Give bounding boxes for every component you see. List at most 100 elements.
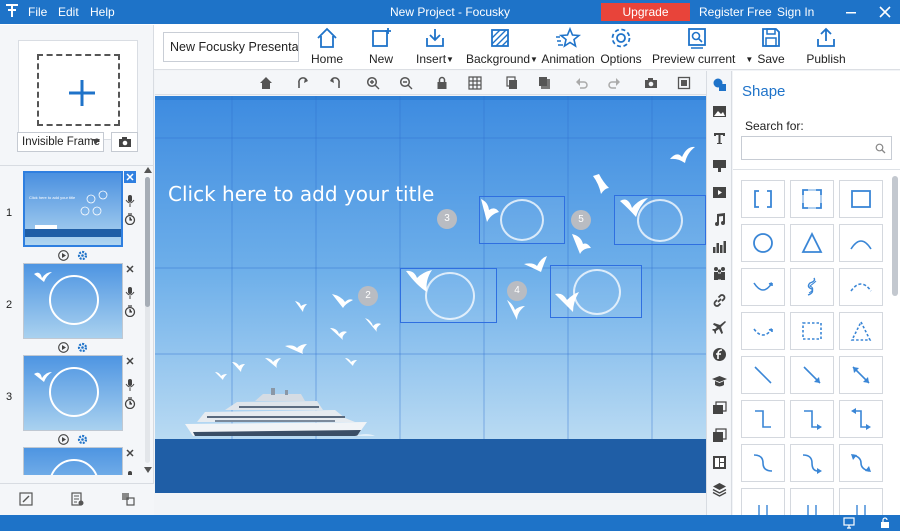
microphone-icon[interactable] xyxy=(124,287,136,299)
fit-screen-icon[interactable] xyxy=(677,76,691,90)
slide-thumbnail-3[interactable]: 3 xyxy=(0,355,142,447)
timer-icon[interactable] xyxy=(124,397,136,409)
shape-line[interactable] xyxy=(741,356,785,394)
shape-rectangle[interactable] xyxy=(839,180,883,218)
shape-elbow-double-arrow[interactable] xyxy=(839,400,883,438)
upgrade-account-button[interactable]: Upgrade account xyxy=(601,3,690,37)
undo-icon[interactable] xyxy=(575,76,589,90)
shape-s-curve-double-arrow[interactable] xyxy=(839,444,883,482)
text-icon[interactable] xyxy=(712,131,727,146)
play-animation-icon[interactable] xyxy=(58,250,69,261)
scroll-down-icon[interactable] xyxy=(144,467,152,473)
home-button[interactable]: Home xyxy=(310,26,344,68)
edit-note-icon[interactable] xyxy=(19,492,33,506)
publish-button[interactable]: Publish xyxy=(804,26,848,68)
shape-dashed-curve-arrow[interactable] xyxy=(741,312,785,350)
slide-settings-icon[interactable] xyxy=(77,342,88,353)
background-button[interactable]: Background▼ xyxy=(466,26,538,68)
shape-bracket-arrow[interactable] xyxy=(790,488,834,515)
shape-bracket-line[interactable] xyxy=(741,488,785,515)
slide-settings-icon[interactable] xyxy=(77,250,88,261)
education-icon[interactable] xyxy=(712,374,727,389)
layout-icon[interactable] xyxy=(712,455,727,470)
shape-dashed-arc[interactable] xyxy=(839,268,883,306)
rotate-left-icon[interactable] xyxy=(328,76,342,90)
layers-icon[interactable] xyxy=(712,482,727,497)
shape-double-arrow[interactable] xyxy=(839,356,883,394)
shape-triangle[interactable] xyxy=(790,224,834,262)
shape-dashed-rectangle[interactable] xyxy=(790,312,834,350)
microphone-icon[interactable] xyxy=(124,195,136,207)
scrollbar-thumb[interactable] xyxy=(145,177,150,307)
menu-edit[interactable]: Edit xyxy=(58,0,79,24)
add-frame-button[interactable] xyxy=(18,40,138,140)
music-icon[interactable] xyxy=(712,212,727,227)
slide-thumbnail-2[interactable]: 2 xyxy=(0,263,142,355)
shape-dashed-triangle[interactable] xyxy=(839,312,883,350)
banner-icon[interactable] xyxy=(712,158,727,173)
close-icon[interactable] xyxy=(877,4,893,20)
group-frames-icon[interactable] xyxy=(121,492,135,506)
menu-help[interactable]: Help xyxy=(90,0,115,24)
menu-file[interactable]: File xyxy=(28,0,47,24)
layers-copy-icon[interactable] xyxy=(712,428,727,443)
save-button[interactable]: Save xyxy=(754,26,788,68)
flash-icon[interactable] xyxy=(712,347,727,362)
link-icon[interactable] xyxy=(712,293,727,308)
microphone-icon[interactable] xyxy=(124,471,136,475)
shape-corner-frame[interactable] xyxy=(790,180,834,218)
delete-slide-icon[interactable] xyxy=(124,171,136,183)
slide-thumbnail-4[interactable]: 4 xyxy=(0,447,142,475)
shape-curved-arrow[interactable] xyxy=(741,268,785,306)
image-icon[interactable] xyxy=(712,104,727,119)
editing-canvas[interactable]: Click here to add your title 2 3 4 5 xyxy=(155,96,706,493)
slide-list-icon[interactable] xyxy=(70,492,84,506)
minimize-icon[interactable] xyxy=(843,4,859,20)
slide-thumbnail-1[interactable]: 1 Click here to add your title xyxy=(0,171,142,263)
airplane-icon[interactable] xyxy=(712,320,727,335)
home-view-icon[interactable] xyxy=(259,76,273,90)
shape-brackets[interactable] xyxy=(741,180,785,218)
slide-list-scrollbar[interactable] xyxy=(143,165,152,475)
unlock-icon[interactable] xyxy=(879,517,891,529)
video-icon[interactable] xyxy=(712,185,727,200)
zoom-out-icon[interactable] xyxy=(399,76,413,90)
shape-search-input[interactable] xyxy=(741,136,892,160)
shape-panel-scrollbar[interactable] xyxy=(892,176,898,296)
chart-icon[interactable] xyxy=(712,239,727,254)
frame-type-select[interactable]: Invisible Frame xyxy=(17,132,104,152)
grid-icon[interactable] xyxy=(468,76,482,90)
register-free-link[interactable]: Register Free xyxy=(699,0,772,24)
play-animation-icon[interactable] xyxy=(58,342,69,353)
paste-icon[interactable] xyxy=(538,76,552,90)
redo-icon[interactable] xyxy=(607,76,621,90)
preview-current-button[interactable]: Preview current ▼ xyxy=(652,26,753,68)
shape-spiral[interactable] xyxy=(790,268,834,306)
lock-icon[interactable] xyxy=(435,76,449,90)
delete-slide-icon[interactable] xyxy=(124,263,136,275)
rotate-right-icon[interactable] xyxy=(296,76,310,90)
shape-elbow-line[interactable] xyxy=(741,400,785,438)
timer-icon[interactable] xyxy=(124,213,136,225)
screenshot-camera-icon[interactable] xyxy=(644,76,658,90)
timer-icon[interactable] xyxy=(124,305,136,317)
slide-settings-icon[interactable] xyxy=(77,434,88,445)
shape-s-curve-arrow[interactable] xyxy=(790,444,834,482)
shape-circle[interactable] xyxy=(741,224,785,262)
shape-arrow[interactable] xyxy=(790,356,834,394)
gallery-icon[interactable] xyxy=(712,401,727,416)
delete-slide-icon[interactable] xyxy=(124,355,136,367)
zoom-in-icon[interactable] xyxy=(366,76,380,90)
microphone-icon[interactable] xyxy=(124,379,136,391)
shape-s-curve[interactable] xyxy=(741,444,785,482)
animation-button[interactable]: Animation xyxy=(540,26,596,68)
insert-button[interactable]: Insert▼ xyxy=(414,26,456,68)
screen-mode-icon[interactable] xyxy=(843,517,855,529)
camera-button[interactable] xyxy=(111,132,138,152)
scroll-up-icon[interactable] xyxy=(144,167,152,173)
characters-icon[interactable] xyxy=(712,266,727,281)
play-animation-icon[interactable] xyxy=(58,434,69,445)
shape-elbow-arrow[interactable] xyxy=(790,400,834,438)
copy-icon[interactable] xyxy=(505,76,519,90)
project-name-input[interactable]: New Focusky Presentation xyxy=(163,32,299,62)
